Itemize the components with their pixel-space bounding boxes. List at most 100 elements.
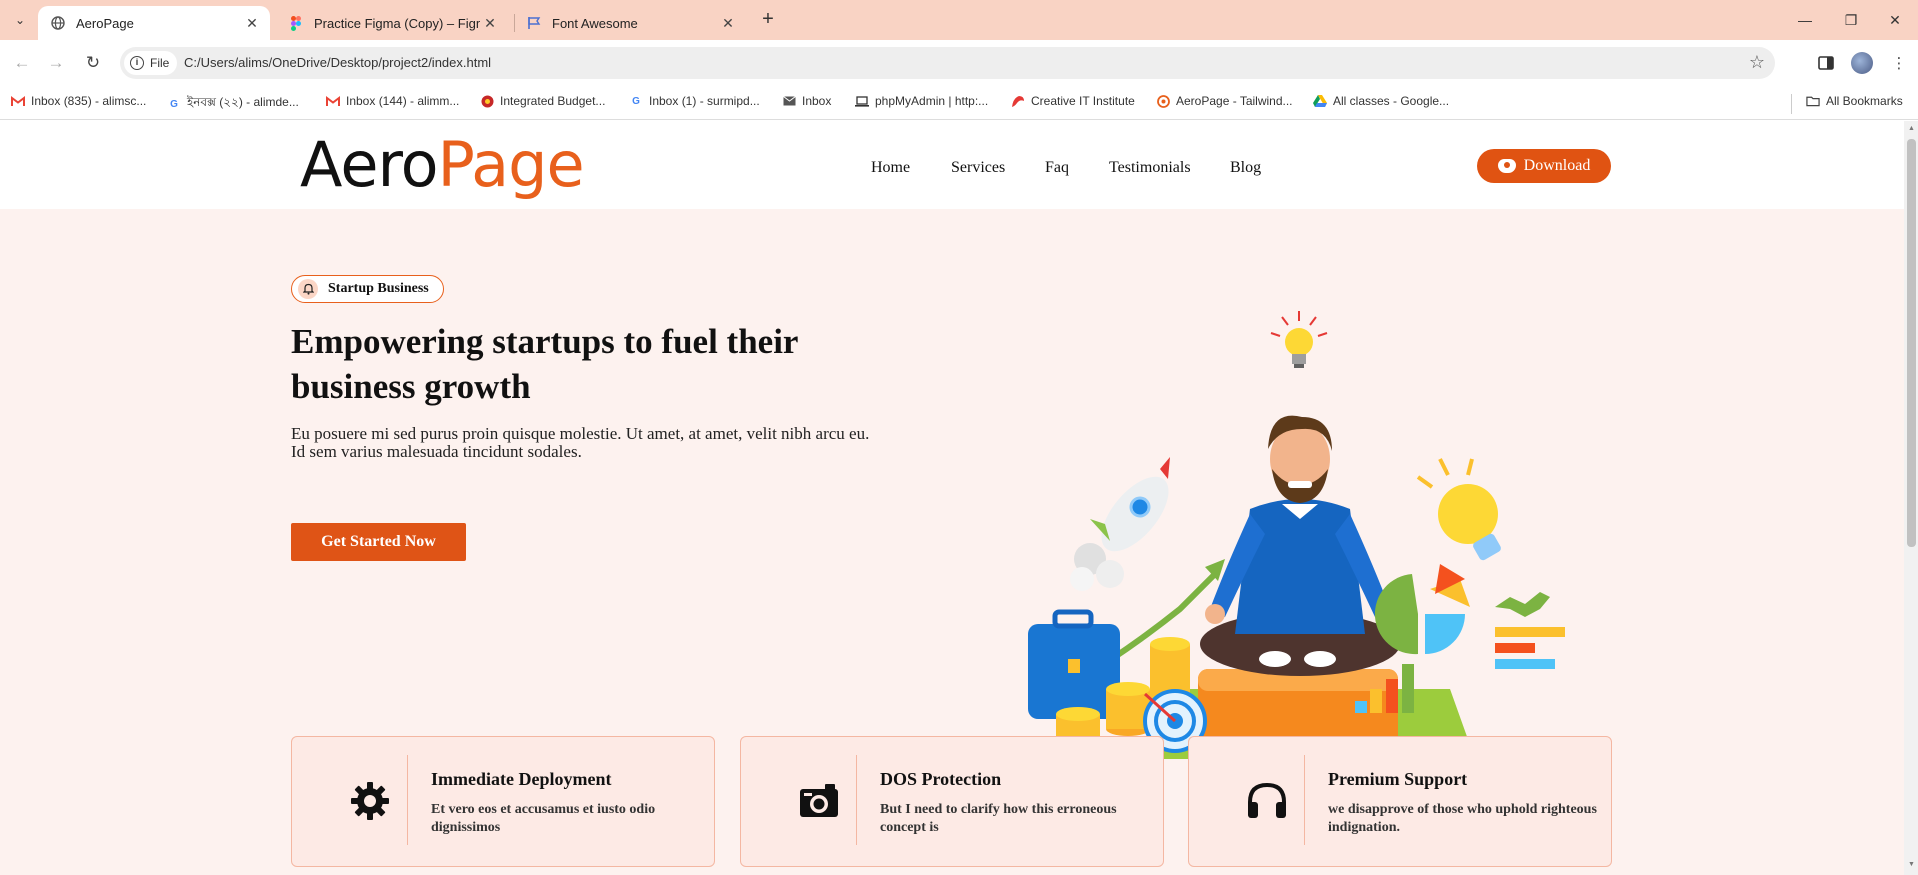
bookmark-star-icon[interactable]: ☆: [1749, 52, 1765, 73]
tab-title: AeroPage: [76, 15, 134, 31]
back-arrow-icon[interactable]: ←: [9, 50, 35, 76]
feature-card-deployment: Immediate Deployment Et vero eos et accu…: [291, 736, 715, 867]
gmail-icon: [326, 94, 340, 108]
drive-icon: [1313, 94, 1327, 108]
logo-part-aero: Aero: [300, 128, 439, 201]
restore-icon[interactable]: ❐: [1828, 0, 1874, 40]
bookmark-item[interactable]: AeroPage - Tailwind...: [1156, 94, 1293, 108]
download-button[interactable]: Download: [1477, 149, 1611, 183]
new-tab-button[interactable]: +: [756, 8, 780, 32]
window-close-icon[interactable]: ✕: [1872, 0, 1918, 40]
camera-icon: [797, 779, 841, 823]
scrollbar-thumb[interactable]: [1907, 139, 1916, 547]
close-tab-icon[interactable]: ✕: [718, 15, 738, 32]
nav-home[interactable]: Home: [871, 159, 910, 177]
feature-text: But I need to clarify how this erroneous…: [880, 802, 1117, 835]
download-label: Download: [1523, 157, 1591, 174]
browser-toolbar: ← → ↻ i File C:/Users/alims/OneDrive/Des…: [0, 40, 1918, 86]
aeropage-icon: [1156, 94, 1170, 108]
bell-icon: [298, 279, 318, 299]
tab-font-awesome[interactable]: Font Awesome ✕: [514, 6, 746, 40]
feature-text: Et vero eos et accusamus et iusto odio d…: [431, 802, 656, 835]
bookmark-item[interactable]: G ইনবক্স (২২) - alimde...: [167, 94, 299, 114]
folder-icon: [1806, 94, 1820, 108]
all-bookmarks[interactable]: All Bookmarks: [1806, 94, 1903, 108]
bookmark-label: Inbox (835) - alimsc...: [31, 94, 147, 108]
feature-title: Premium Support: [1328, 769, 1468, 789]
url-text[interactable]: C:/Users/alims/OneDrive/Desktop/project2…: [184, 55, 491, 70]
logo-part-page: Page: [437, 128, 585, 201]
nav-faq[interactable]: Faq: [1045, 159, 1069, 177]
tab-search-chevron-icon[interactable]: ⌄: [6, 8, 34, 32]
bookmark-item[interactable]: Inbox (144) - alimm...: [326, 94, 459, 108]
tab-aeropage[interactable]: AeroPage ✕: [38, 6, 270, 40]
site-info-chip[interactable]: i File: [124, 51, 178, 75]
stats-bars-icon: [1495, 592, 1565, 669]
tab-figma[interactable]: Practice Figma (Copy) – Figma ✕: [276, 6, 508, 40]
flag-icon: [526, 15, 542, 31]
card-divider: [856, 755, 857, 845]
scroll-up-icon[interactable]: ▲: [1907, 125, 1916, 135]
bookmarks-bar: Inbox (835) - alimsc... G ইনবক্স (২২) - …: [0, 86, 1918, 120]
bookmark-label: ইনবক্স (২২) - alimde...: [187, 95, 299, 109]
site-info-label: File: [150, 56, 170, 70]
close-tab-icon[interactable]: ✕: [480, 15, 500, 32]
download-heart-icon: [1497, 159, 1516, 173]
get-started-button[interactable]: Get Started Now: [291, 523, 466, 561]
bookmark-label: Creative IT Institute: [1031, 94, 1135, 108]
scroll-down-icon[interactable]: ▼: [1907, 861, 1916, 871]
nav-testimonials[interactable]: Testimonials: [1109, 159, 1191, 177]
bookmark-item[interactable]: All classes - Google...: [1313, 94, 1449, 108]
budget-icon: [480, 94, 494, 108]
hero-title: Empowering startups to fuel their busine…: [291, 322, 798, 406]
forward-arrow-icon[interactable]: →: [43, 50, 69, 76]
bookmark-item[interactable]: Integrated Budget...: [480, 94, 605, 108]
close-tab-icon[interactable]: ✕: [242, 15, 262, 32]
badge-label: Startup Business: [328, 281, 429, 296]
bookmark-label: phpMyAdmin | http:...: [875, 94, 989, 108]
bookmark-label: Inbox: [802, 94, 832, 108]
headphones-icon: [1245, 779, 1289, 823]
nav-services[interactable]: Services: [951, 159, 1005, 177]
feature-card-premium-support: Premium Support we disapprove of those w…: [1188, 736, 1612, 867]
gmail-icon: [11, 94, 25, 108]
google-icon: G: [170, 98, 178, 110]
bookmark-item[interactable]: Creative IT Institute: [1011, 94, 1135, 108]
bookmark-label: Inbox (1) - surmipd...: [649, 94, 760, 108]
bookmark-item[interactable]: Inbox (835) - alimsc...: [11, 94, 146, 108]
hero-section: Startup Business Empowering startups to …: [0, 209, 1904, 875]
bookmark-item[interactable]: Inbox: [782, 94, 831, 108]
creative-it-icon: [1011, 94, 1025, 108]
address-bar[interactable]: i File C:/Users/alims/OneDrive/Desktop/p…: [120, 47, 1775, 79]
side-panel-icon[interactable]: [1815, 52, 1837, 74]
profile-avatar[interactable]: [1851, 52, 1873, 74]
hero-description: Eu posuere mi sed purus proin quisque mo…: [291, 424, 870, 461]
page-scrollbar[interactable]: ▲ ▼: [1904, 121, 1918, 875]
site-logo[interactable]: AeroPage: [300, 125, 585, 205]
bookmark-item[interactable]: phpMyAdmin | http:...: [855, 94, 988, 108]
feature-title: DOS Protection: [880, 769, 1002, 789]
tab-title: Font Awesome: [552, 15, 638, 31]
bookmark-label: AeroPage - Tailwind...: [1176, 94, 1293, 108]
tab-strip: ⌄ AeroPage ✕ Practice Figma (Copy) – Fig…: [0, 0, 1918, 40]
minimize-icon[interactable]: —: [1782, 0, 1828, 40]
nav-blog[interactable]: Blog: [1230, 159, 1261, 177]
reload-icon[interactable]: ↻: [80, 50, 106, 76]
site-header: AeroPage Home Services Faq Testimonials …: [0, 121, 1904, 209]
feature-text: we disapprove of those who uphold righte…: [1328, 802, 1597, 835]
bookmark-label: Integrated Budget...: [500, 94, 606, 108]
gear-icon: [348, 779, 392, 823]
menu-kebab-icon[interactable]: ⋮: [1888, 52, 1910, 74]
globe-icon: [50, 15, 66, 31]
mail-icon: [782, 94, 796, 108]
all-bookmarks-label: All Bookmarks: [1826, 94, 1903, 108]
lightbulb-top-icon: [1270, 311, 1328, 368]
bookmark-item[interactable]: G Inbox (1) - surmipd...: [629, 94, 760, 108]
lightbulb-right-icon: [1416, 458, 1501, 561]
page-viewport: AeroPage Home Services Faq Testimonials …: [0, 121, 1904, 875]
hero-illustration: [1028, 311, 1565, 759]
pie-chart-icon: [1374, 564, 1470, 655]
figma-icon: [288, 15, 304, 31]
google-icon: G: [632, 95, 640, 107]
card-divider: [1304, 755, 1305, 845]
